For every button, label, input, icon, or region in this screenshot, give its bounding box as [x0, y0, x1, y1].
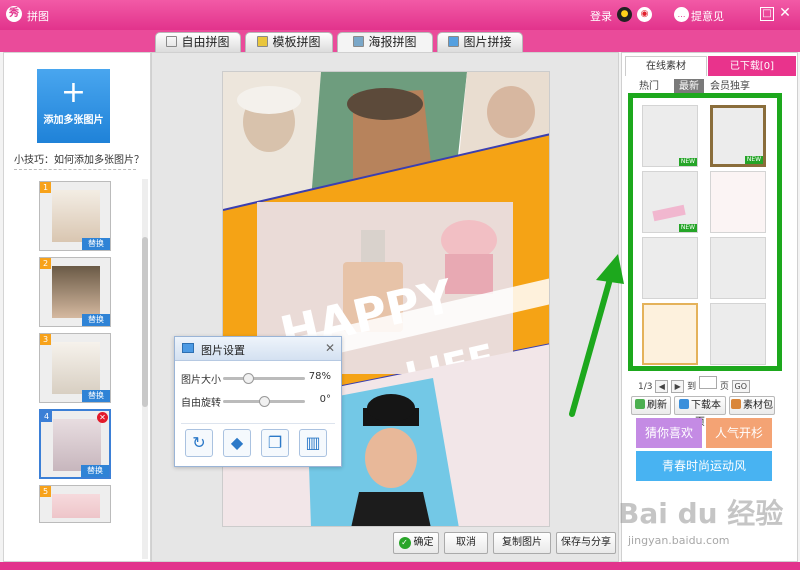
close-icon[interactable]: ✕	[325, 341, 335, 355]
tag-guess-you-like[interactable]: 猜你喜欢	[636, 418, 702, 448]
dialog-header: 图片设置 ✕	[175, 337, 341, 361]
save-share-button[interactable]: 保存与分享	[556, 532, 616, 554]
annotation-arrow	[569, 254, 624, 417]
thumbnail-image	[53, 419, 101, 471]
dialog-title: 图片设置	[201, 344, 245, 357]
replace-button[interactable]: 替换	[81, 465, 109, 477]
next-page-button[interactable]: ▶	[671, 380, 685, 393]
prev-page-button[interactable]: ◀	[655, 380, 669, 393]
image-icon	[182, 343, 194, 353]
thumbnail-image	[52, 266, 100, 318]
subtab-new[interactable]: 最新	[674, 79, 704, 94]
delete-icon[interactable]: ▥	[299, 429, 327, 457]
image-settings-dialog: 图片设置 ✕ 图片大小 78% 自由旋转 0° ↻ ◆ ❐ ▥	[174, 336, 342, 467]
tab-image-stitch[interactable]: 图片拼接	[437, 32, 523, 52]
size-value: 78%	[308, 371, 331, 382]
go-button[interactable]: GO	[731, 380, 750, 393]
baidu-watermark: Bai du 经验 jingyan.baidu.com	[614, 492, 794, 560]
plus-icon: +	[60, 75, 87, 110]
image-thumbnail-selected[interactable]: 4 ✕ 替换	[39, 409, 111, 479]
tab-template-collage[interactable]: 模板拼图	[245, 32, 333, 52]
divider	[181, 423, 335, 424]
image-list-panel: + 添加多张图片 小技巧：如何添加多张图片？ 1 替换 2 替换 3 替换 4 …	[3, 52, 151, 562]
subtab-hot[interactable]: 热门	[636, 79, 662, 94]
weibo-icon[interactable]: ◉	[637, 7, 652, 22]
page-input[interactable]	[699, 376, 717, 389]
rotate-label: 自由旋转	[181, 398, 221, 409]
delete-icon[interactable]: ✕	[97, 412, 108, 423]
window-bottom-border	[0, 562, 800, 570]
cancel-button[interactable]: 取消	[444, 532, 488, 554]
copy-icon[interactable]: ❐	[261, 429, 289, 457]
poster-canvas-area: HAPPY LIFE	[151, 52, 619, 562]
page-current: 1/3	[638, 382, 653, 392]
confirm-button[interactable]: ✓ 确定	[393, 532, 439, 554]
image-thumbnail[interactable]: 1 替换	[39, 181, 111, 251]
tab-downloaded[interactable]: 已下载[0]	[708, 56, 796, 76]
title-bar: 秀 拼图 登录 ● ◉ … 提意见 □ ✕	[0, 0, 800, 30]
login-link[interactable]: 登录	[590, 8, 612, 24]
image-thumbnail[interactable]: 3 替换	[39, 333, 111, 403]
poster-icon	[353, 36, 365, 47]
app-title: 拼图	[27, 10, 49, 23]
download-icon	[679, 399, 689, 409]
close-button[interactable]: ✕	[778, 6, 792, 21]
material-pack-button[interactable]: 素材包	[729, 396, 775, 415]
download-page-button[interactable]: 下载本页	[674, 396, 726, 428]
template-icon	[257, 36, 269, 47]
image-thumbnail[interactable]: 2 替换	[39, 257, 111, 327]
refresh-icon	[635, 399, 645, 409]
add-multiple-images-button[interactable]: + 添加多张图片	[37, 69, 110, 143]
rotate-icon[interactable]: ↻	[185, 429, 213, 457]
thumbnail-image	[52, 190, 100, 242]
refresh-button[interactable]: 刷新	[631, 396, 671, 415]
size-slider-handle[interactable]	[242, 373, 254, 384]
size-slider[interactable]	[223, 373, 305, 384]
flip-icon[interactable]: ◆	[223, 429, 251, 457]
free-collage-icon	[166, 36, 178, 47]
rotate-slider[interactable]	[223, 396, 305, 407]
subtab-member[interactable]: 会员独享	[706, 79, 754, 94]
watermark-brand: Bai du 经验	[618, 497, 784, 530]
package-icon	[731, 399, 741, 409]
mode-tabs: 自由拼图 模板拼图 海报拼图 图片拼接	[0, 30, 800, 52]
image-thumbnail[interactable]: 5	[39, 485, 111, 523]
replace-button[interactable]: 替换	[82, 314, 110, 326]
highlight-frame	[628, 93, 782, 371]
copy-image-button[interactable]: 复制图片	[493, 532, 551, 554]
chat-bubble-icon: …	[674, 7, 689, 22]
pagination: 1/3 ◀ ▶ 到 页 GO	[638, 376, 750, 393]
thumbnail-image	[52, 494, 100, 518]
divider	[14, 169, 136, 170]
tab-poster-collage[interactable]: 海报拼图	[337, 32, 433, 52]
rotate-slider-handle[interactable]	[258, 396, 270, 407]
qq-icon[interactable]: ●	[617, 7, 632, 22]
app-logo-icon: 秀	[6, 6, 22, 22]
thumbnail-image	[52, 342, 100, 394]
tip-link[interactable]: 小技巧：如何添加多张图片？	[14, 151, 144, 166]
tag-youth-sport[interactable]: 青春时尚运动风	[636, 451, 772, 481]
tab-online-material[interactable]: 在线素材	[625, 56, 707, 76]
scrollbar-thumb[interactable]	[142, 237, 148, 407]
tag-popular[interactable]: 人气开杉	[706, 418, 772, 448]
replace-button[interactable]: 替换	[82, 238, 110, 250]
maximize-button[interactable]: □	[760, 7, 774, 21]
size-label: 图片大小	[181, 375, 221, 386]
thumbnail-scrollbar[interactable]	[142, 179, 148, 559]
replace-button[interactable]: 替换	[82, 390, 110, 402]
tab-free-collage[interactable]: 自由拼图	[155, 32, 241, 52]
rotate-value: 0°	[319, 394, 331, 405]
watermark-url: jingyan.baidu.com	[628, 534, 730, 547]
stitch-icon	[448, 36, 460, 47]
check-icon: ✓	[398, 537, 411, 549]
feedback-link[interactable]: 提意见	[691, 8, 724, 24]
